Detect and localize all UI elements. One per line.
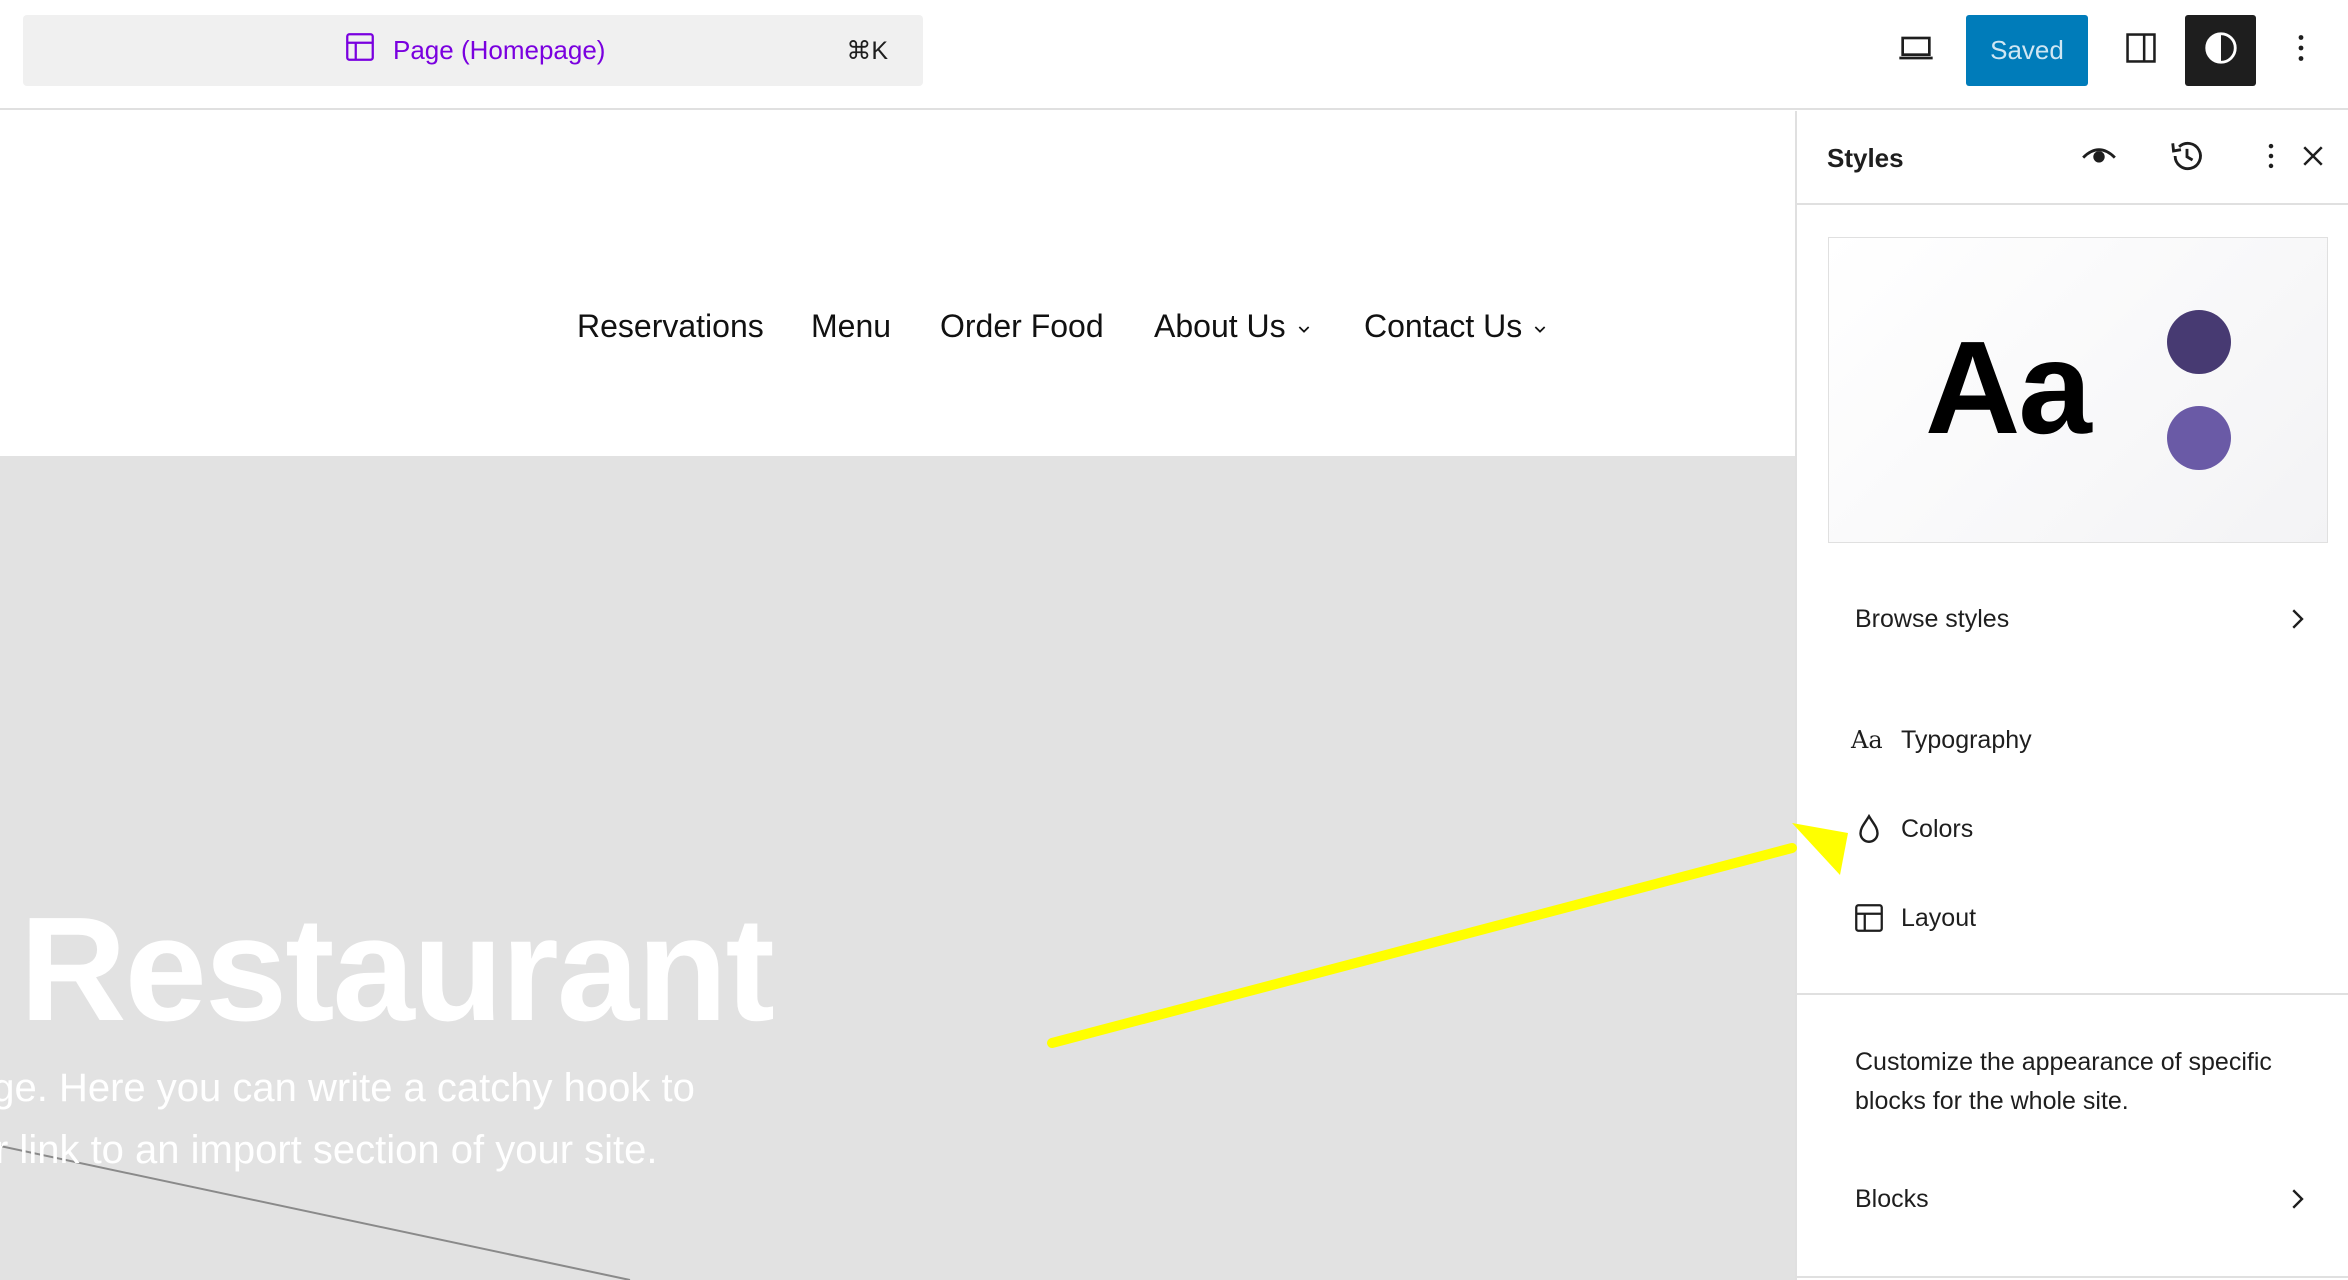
style-preview-sample-text: Aa	[1925, 314, 2092, 461]
nav-item-label: About Us	[1154, 307, 1286, 344]
save-button[interactable]: Saved	[1966, 15, 2088, 86]
more-vertical-icon	[2283, 30, 2319, 71]
sidebar-title: Styles	[1827, 142, 1904, 173]
layout-icon	[343, 30, 377, 71]
layout-label: Layout	[1901, 903, 1977, 932]
hero-cover-block[interactable]: r Restaurant age. Here you can write a c…	[0, 456, 1795, 1280]
chevron-right-icon	[2277, 1179, 2317, 1219]
close-sidebar-button[interactable]	[2283, 128, 2343, 188]
svg-text:Aa: Aa	[1850, 726, 1883, 754]
colors-label: Colors	[1901, 814, 1974, 843]
nav-item-about-us[interactable]: About Us	[1154, 291, 1312, 361]
hero-text-line: r link to an import section of your site…	[0, 1128, 658, 1172]
blocks-description: Customize the appearance of specific blo…	[1855, 1048, 2272, 1115]
close-icon	[2298, 141, 2328, 176]
styles-sidebar: Styles Aa Browse styles Aa Typography Co…	[1795, 111, 2348, 1280]
nav-item-reservations[interactable]: Reservations	[577, 291, 764, 361]
nav-item-label: Contact Us	[1364, 307, 1523, 344]
nav-item-label: Reservations	[577, 307, 764, 344]
color-swatch-primary	[2167, 310, 2231, 374]
contrast-icon	[2202, 29, 2240, 72]
browse-styles-item[interactable]: Browse styles	[1827, 587, 2317, 651]
nav-item-label: Menu	[811, 307, 892, 344]
document-title: Page (Homepage)	[393, 35, 606, 65]
eye-icon	[2080, 137, 2118, 180]
revisions-icon	[2168, 137, 2206, 180]
sidebar-header: Styles	[1797, 111, 2348, 205]
document-command-bar[interactable]: Page (Homepage) ⌘K	[23, 15, 923, 86]
layout-item[interactable]: Layout	[1827, 886, 2317, 950]
sidebar-icon	[2122, 29, 2160, 72]
site-navigation: Reservations Menu Order Food About Us Co…	[0, 291, 1795, 361]
options-button[interactable]	[2265, 15, 2336, 86]
chevron-down-icon	[1296, 308, 1312, 345]
style-book-button[interactable]	[2069, 128, 2129, 188]
blocks-item[interactable]: Blocks	[1827, 1167, 2317, 1231]
typography-item[interactable]: Aa Typography	[1827, 708, 2317, 772]
editor-top-bar: Page (Homepage) ⌘K Saved	[0, 0, 2348, 110]
style-preview-card: Aa	[1828, 237, 2328, 543]
revisions-button[interactable]	[2157, 128, 2217, 188]
hero-title: r Restaurant	[0, 887, 775, 1052]
typography-icon: Aa	[1837, 708, 1901, 772]
keyboard-shortcut: ⌘K	[846, 36, 888, 65]
styles-toggle-button[interactable]	[2185, 15, 2256, 86]
section-divider	[1797, 1276, 2348, 1278]
desktop-icon	[1896, 28, 1936, 73]
device-preview-button[interactable]	[1880, 15, 1951, 86]
typography-label: Typography	[1901, 725, 2032, 754]
colors-item[interactable]: Colors	[1827, 797, 2317, 861]
color-swatch-secondary	[2167, 406, 2231, 470]
blocks-label: Blocks	[1855, 1184, 1929, 1213]
hero-text-line: age. Here you can write a catchy hook to	[0, 1066, 695, 1110]
section-divider	[1797, 993, 2348, 995]
nav-item-menu[interactable]: Menu	[811, 291, 891, 361]
browse-styles-label: Browse styles	[1855, 604, 2010, 633]
layout-icon	[1837, 886, 1901, 950]
nav-item-order-food[interactable]: Order Food	[940, 291, 1104, 361]
droplet-icon	[1837, 797, 1901, 861]
editor-canvas[interactable]: Reservations Menu Order Food About Us Co…	[0, 111, 1795, 1280]
document-title-group: Page (Homepage)	[343, 15, 605, 86]
chevron-down-icon	[1532, 308, 1548, 345]
chevron-right-icon	[2277, 599, 2317, 639]
settings-sidebar-toggle[interactable]	[2105, 15, 2176, 86]
nav-item-label: Order Food	[940, 307, 1104, 344]
nav-item-contact-us[interactable]: Contact Us	[1364, 291, 1548, 361]
